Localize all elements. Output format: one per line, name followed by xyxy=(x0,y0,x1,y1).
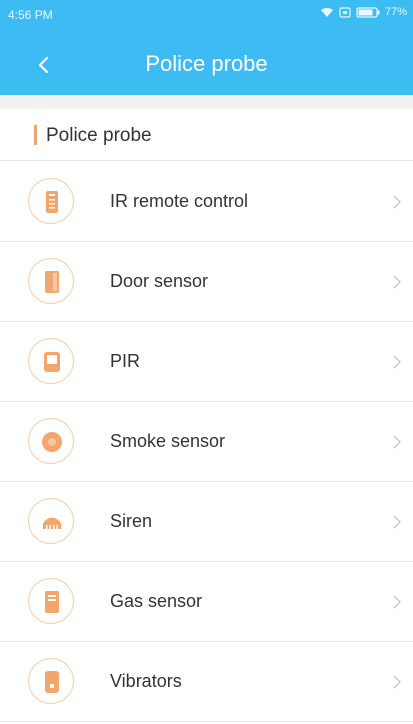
battery-icon xyxy=(356,6,380,18)
ir-remote-icon xyxy=(28,178,74,224)
door-sensor-icon xyxy=(28,258,74,304)
list-item-siren[interactable]: Siren xyxy=(0,482,413,562)
status-time: 4:56 PM xyxy=(8,8,53,22)
list-item-label: Gas sensor xyxy=(110,591,203,611)
status-icons: 77% xyxy=(320,6,407,18)
status-bar: 4:56 PM 77% xyxy=(0,0,413,30)
title-bar: Police probe xyxy=(0,36,413,94)
list-item-gas-sensor[interactable]: Gas sensor xyxy=(0,562,413,642)
chevron-right-icon xyxy=(393,515,402,529)
chevron-right-icon xyxy=(393,275,402,289)
list-item-label: Smoke sensor xyxy=(110,431,226,451)
list-item-smoke-sensor[interactable]: Smoke sensor xyxy=(0,402,413,482)
chevron-right-icon xyxy=(393,355,402,369)
siren-icon xyxy=(28,498,74,544)
wifi-icon xyxy=(320,7,333,17)
list-item-label: Siren xyxy=(110,511,153,531)
list-item-label: Vibrators xyxy=(110,671,182,691)
list-item-pir[interactable]: PIR xyxy=(0,322,413,402)
list-item-label: IR remote control xyxy=(110,191,249,211)
header-gap xyxy=(0,95,413,109)
gas-sensor-icon xyxy=(28,578,74,624)
chevron-right-icon xyxy=(393,675,402,689)
smoke-sensor-icon xyxy=(28,418,74,464)
chevron-right-icon xyxy=(393,195,402,209)
pir-icon xyxy=(28,338,74,384)
page-title: Police probe xyxy=(145,51,268,76)
chevron-right-icon xyxy=(393,595,402,609)
list-item-label: Door sensor xyxy=(110,271,209,291)
section-header: Police probe xyxy=(0,109,413,161)
list-item-label: PIR xyxy=(110,351,141,371)
battery-percent: 77% xyxy=(384,6,407,18)
app-header: 4:56 PM 77% Police probe xyxy=(0,0,413,95)
list-item-ir-remote-control[interactable]: IR remote control xyxy=(0,162,413,242)
vibrators-icon xyxy=(28,658,74,704)
sim-icon xyxy=(339,6,351,18)
list-item-vibrators[interactable]: Vibrators xyxy=(0,642,413,722)
section-accent-bar xyxy=(34,125,37,145)
section-title: Police probe xyxy=(46,125,152,146)
device-list: IR remote control Door sensor PIR Smoke … xyxy=(0,162,413,722)
list-item-door-sensor[interactable]: Door sensor xyxy=(0,242,413,322)
chevron-right-icon xyxy=(393,435,402,449)
